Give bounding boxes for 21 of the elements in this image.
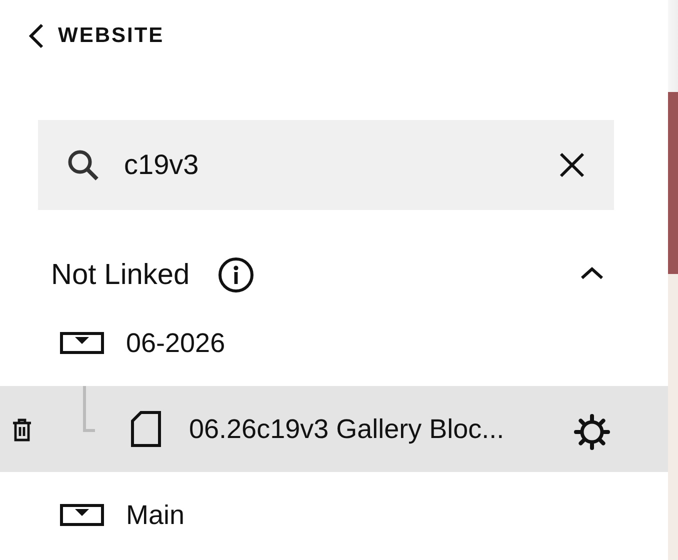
page-row[interactable]: 06.26c19v3 Gallery Bloc... xyxy=(0,386,668,472)
clear-icon[interactable] xyxy=(558,151,586,179)
folder-title: Main xyxy=(126,500,185,530)
search-field[interactable]: c19v3 xyxy=(124,149,534,181)
search-bar[interactable]: c19v3 xyxy=(38,120,614,210)
folder-icon xyxy=(60,332,104,354)
folder-icon xyxy=(60,504,104,526)
tree-connector xyxy=(83,386,95,432)
folder-row[interactable]: Main xyxy=(0,472,668,558)
folder-title: 06-2026 xyxy=(126,328,226,358)
trash-icon[interactable] xyxy=(12,418,32,442)
info-icon[interactable] xyxy=(218,257,254,293)
section-title: Not Linked xyxy=(51,258,190,292)
back-link[interactable]: WEBSITE xyxy=(26,22,164,50)
page-icon xyxy=(131,411,161,447)
collapse-icon[interactable] xyxy=(580,266,604,280)
page-title: 06.26c19v3 Gallery Bloc... xyxy=(189,414,504,444)
folder-row[interactable]: 06-2026 xyxy=(0,300,668,386)
settings-icon[interactable] xyxy=(573,413,611,451)
search-icon xyxy=(66,148,100,182)
back-icon xyxy=(26,22,46,50)
